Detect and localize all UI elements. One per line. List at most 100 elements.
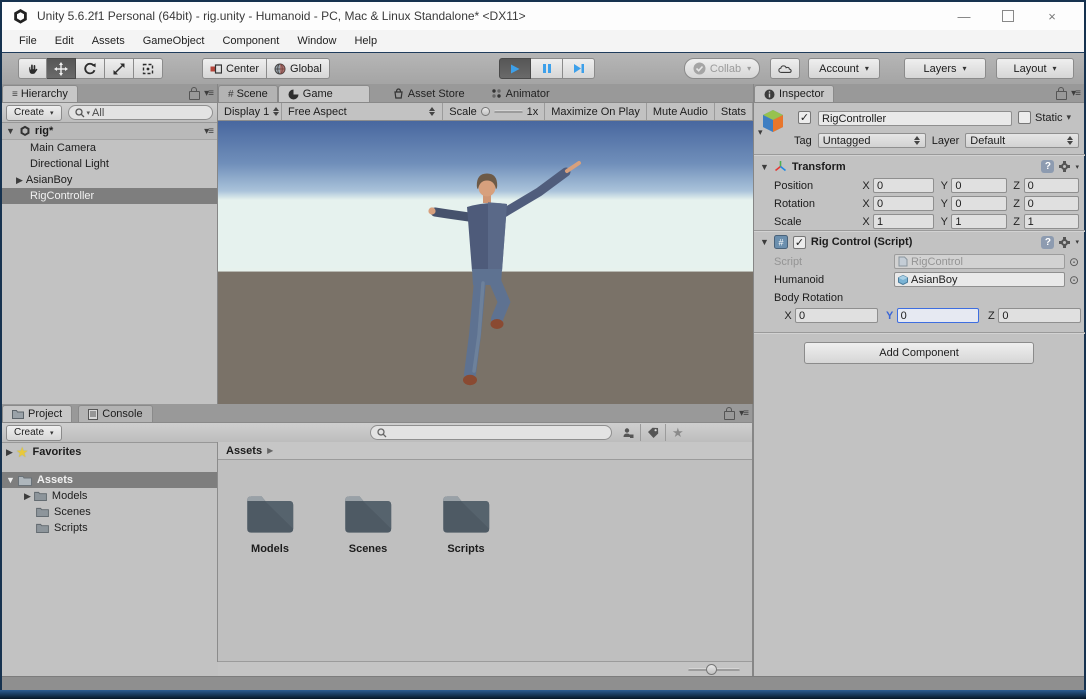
layout-dropdown[interactable]: Layout▾: [996, 58, 1074, 79]
tab-asset-store[interactable]: Asset Store: [384, 85, 474, 102]
models-expand-arrow[interactable]: ▶: [2, 491, 34, 502]
menu-edit[interactable]: Edit: [46, 35, 83, 47]
minimize-button[interactable]: —: [942, 3, 986, 29]
inspector-menu-icon[interactable]: ▾≡: [1071, 88, 1080, 99]
project-lock-icon[interactable]: [724, 411, 735, 420]
hierarchy-menu-icon[interactable]: ▾≡: [204, 88, 213, 99]
rotate-tool-button[interactable]: [76, 58, 105, 79]
menu-window[interactable]: Window: [288, 35, 345, 47]
collab-button[interactable]: Collab ▾: [684, 58, 760, 79]
transform-help-icon[interactable]: ?: [1041, 160, 1054, 173]
menu-component[interactable]: Component: [213, 35, 288, 47]
tab-hierarchy[interactable]: ≡ Hierarchy: [2, 85, 78, 102]
rotation-x-field[interactable]: 0: [873, 196, 934, 211]
script-field[interactable]: RigControl: [894, 254, 1065, 269]
scene-menu-icon[interactable]: ▾≡: [204, 126, 213, 137]
project-create-button[interactable]: Create▾: [6, 425, 62, 441]
assets-expand-arrow[interactable]: ▼: [2, 475, 18, 485]
hierarchy-create-button[interactable]: Create▾: [6, 105, 62, 121]
rig-control-help-icon[interactable]: ?: [1041, 236, 1054, 249]
mute-audio-button[interactable]: Mute Audio: [647, 103, 715, 120]
scene-header-row[interactable]: ▼ rig* ▾≡: [2, 123, 217, 140]
hierarchy-search-input[interactable]: ▾ All: [68, 105, 213, 120]
close-button[interactable]: ×: [1030, 3, 1074, 29]
icon-dropdown-arrow[interactable]: ▾: [758, 127, 763, 138]
position-x-field[interactable]: 0: [873, 178, 934, 193]
breadcrumb[interactable]: Assets: [226, 445, 262, 457]
play-button[interactable]: [499, 58, 531, 79]
body-rotation-z-field[interactable]: 0: [998, 308, 1081, 323]
space-global-button[interactable]: Global: [267, 58, 330, 79]
static-checkbox[interactable]: [1018, 111, 1031, 124]
menu-gameobject[interactable]: GameObject: [134, 35, 214, 47]
search-by-type-button[interactable]: [616, 424, 641, 441]
pivot-center-button[interactable]: Center: [202, 58, 267, 79]
move-tool-button[interactable]: [47, 58, 76, 79]
folder-scenes[interactable]: Scenes: [330, 492, 406, 555]
favorites-filter-button[interactable]: ★: [666, 424, 690, 441]
transform-header[interactable]: ▼ Transform ? ▾: [760, 160, 1079, 173]
static-control[interactable]: Static ▾: [1018, 111, 1071, 124]
display-dropdown[interactable]: Display 1: [218, 103, 282, 120]
favorites-expand-arrow[interactable]: ▶: [2, 447, 16, 458]
thumbnail-size-slider[interactable]: [688, 668, 740, 671]
tree-item-models[interactable]: ▶ Models: [2, 488, 217, 504]
rotation-z-field[interactable]: 0: [1024, 196, 1079, 211]
layers-dropdown[interactable]: Layers▾: [904, 58, 986, 79]
scale-x-field[interactable]: 1: [873, 214, 934, 229]
rotation-y-field[interactable]: 0: [951, 196, 1006, 211]
tab-console[interactable]: Console: [78, 405, 152, 422]
gameobject-name-field[interactable]: RigController: [818, 111, 1012, 126]
scale-y-field[interactable]: 1: [951, 214, 1006, 229]
rig-control-header[interactable]: ▼ # ✓ Rig Control (Script) ? ▾: [760, 235, 1079, 249]
body-rotation-y-field[interactable]: 0: [897, 308, 980, 323]
hand-tool-button[interactable]: [18, 58, 47, 79]
inspector-lock-icon[interactable]: [1056, 91, 1067, 100]
hierarchy-item-main-camera[interactable]: Main Camera: [2, 140, 217, 156]
scale-slider-track[interactable]: [494, 110, 523, 113]
position-z-field[interactable]: 0: [1024, 178, 1079, 193]
pause-button[interactable]: [531, 58, 563, 79]
tab-animator[interactable]: Animator: [482, 85, 559, 102]
static-dropdown-arrow[interactable]: ▾: [1067, 112, 1072, 123]
game-view[interactable]: [218, 121, 753, 406]
tag-dropdown[interactable]: Untagged: [818, 133, 926, 148]
tab-project[interactable]: Project: [2, 405, 72, 422]
project-menu-icon[interactable]: ▾≡: [739, 408, 748, 419]
project-search-input[interactable]: [370, 425, 612, 440]
hierarchy-item-rigcontroller[interactable]: RigController: [2, 188, 217, 204]
hierarchy-item-directional-light[interactable]: Directional Light: [2, 156, 217, 172]
hierarchy-item-asianboy[interactable]: ▶AsianBoy: [2, 172, 217, 188]
cloud-button[interactable]: [770, 58, 800, 79]
scale-z-field[interactable]: 1: [1024, 214, 1079, 229]
tab-inspector[interactable]: Inspector: [754, 85, 834, 102]
account-dropdown[interactable]: Account▾: [808, 58, 880, 79]
scale-slider-knob[interactable]: [481, 107, 490, 116]
stats-button[interactable]: Stats: [715, 103, 753, 120]
position-y-field[interactable]: 0: [951, 178, 1006, 193]
transform-gear-icon[interactable]: [1059, 161, 1070, 172]
add-component-button[interactable]: Add Component: [804, 342, 1034, 364]
maximize-on-play-button[interactable]: Maximize On Play: [545, 103, 647, 120]
tree-item-scripts[interactable]: Scripts: [2, 520, 217, 536]
maximize-button[interactable]: [986, 3, 1030, 29]
active-checkbox[interactable]: ✓: [798, 111, 811, 124]
menu-file[interactable]: File: [10, 35, 46, 47]
humanoid-field[interactable]: AsianBoy: [894, 272, 1065, 287]
body-rotation-x-field[interactable]: 0: [795, 308, 878, 323]
menu-assets[interactable]: Assets: [83, 35, 134, 47]
tab-game[interactable]: Game: [278, 85, 370, 102]
step-button[interactable]: [563, 58, 595, 79]
hierarchy-lock-icon[interactable]: [189, 91, 200, 100]
aspect-dropdown[interactable]: Free Aspect: [282, 103, 443, 120]
assets-root-row[interactable]: ▼ Assets: [2, 472, 217, 488]
rig-control-expand-arrow[interactable]: ▼: [760, 237, 769, 247]
rect-tool-button[interactable]: [134, 58, 163, 79]
tree-item-scenes[interactable]: Scenes: [2, 504, 217, 520]
expand-arrow-icon[interactable]: ▶: [2, 175, 26, 186]
scene-expand-arrow[interactable]: ▼: [6, 126, 15, 136]
thumbnail-size-knob[interactable]: [706, 664, 717, 675]
script-object-picker[interactable]: ⊙: [1065, 257, 1079, 267]
rig-control-gear-icon[interactable]: [1059, 237, 1070, 248]
folder-scripts[interactable]: Scripts: [428, 492, 504, 555]
